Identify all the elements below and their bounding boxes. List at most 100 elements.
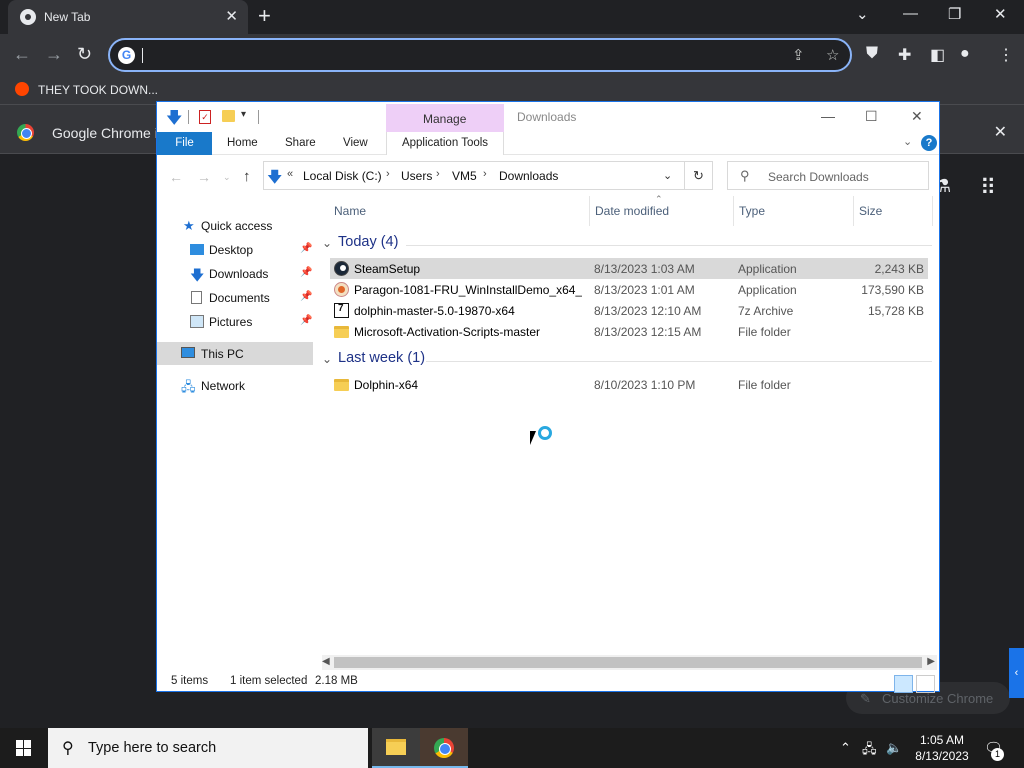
file-type: Application bbox=[738, 283, 797, 297]
windows-taskbar: ⚲ Type here to search ⌃ 🖧 🔈 1:05 AM 8/13… bbox=[0, 728, 1024, 768]
up-one-level-button[interactable]: ↑ bbox=[243, 168, 251, 185]
manage-context-label[interactable]: Manage bbox=[423, 112, 466, 126]
breadcrumb-vm5[interactable]: VM5 bbox=[452, 169, 477, 183]
breadcrumb-separator[interactable]: › bbox=[436, 168, 440, 180]
tab-search-icon[interactable]: ⌄ bbox=[856, 5, 869, 23]
nav-desktop[interactable]: Desktop 📌 bbox=[157, 238, 313, 261]
column-name[interactable]: Name bbox=[334, 204, 366, 218]
computer-icon bbox=[181, 347, 195, 358]
system-clock[interactable]: 1:05 AM 8/13/2023 bbox=[912, 732, 972, 764]
share-icon[interactable]: ⇪ bbox=[792, 46, 805, 64]
explorer-close-button[interactable]: ✕ bbox=[911, 108, 923, 125]
side-panel-toggle[interactable]: ‹ bbox=[1009, 648, 1024, 698]
file-row-steamsetup[interactable]: SteamSetup 8/13/2023 1:03 AM Application… bbox=[330, 258, 928, 279]
minimize-button[interactable]: — bbox=[903, 5, 918, 22]
explorer-address-bar[interactable]: 🡇 « Local Disk (C:) › Users › VM5 › Down… bbox=[263, 161, 685, 190]
column-divider[interactable] bbox=[932, 196, 933, 226]
column-size[interactable]: Size bbox=[859, 204, 882, 218]
file-row-paragon[interactable]: Paragon-1081-FRU_WinInstallDemo_x64_... … bbox=[330, 279, 928, 300]
nav-pictures[interactable]: Pictures 📌 bbox=[157, 310, 313, 333]
help-icon[interactable]: ? bbox=[921, 135, 937, 151]
column-divider[interactable] bbox=[853, 196, 854, 226]
scroll-left-icon[interactable]: ◀ bbox=[322, 656, 330, 667]
forward-button[interactable]: → bbox=[45, 44, 63, 65]
address-overflow-chevron[interactable]: « bbox=[287, 168, 293, 180]
scroll-right-icon[interactable]: ▶ bbox=[927, 656, 935, 667]
selection-count: 1 item selected bbox=[230, 675, 308, 687]
pin-icon[interactable]: 📌 bbox=[300, 243, 312, 254]
horizontal-scrollbar[interactable]: ◀ ▶ bbox=[322, 655, 937, 670]
explorer-maximize-button[interactable]: ☐ bbox=[865, 108, 878, 125]
reload-button[interactable]: ↻ bbox=[77, 44, 92, 65]
menu-kebab-icon[interactable]: ⋮ bbox=[998, 45, 1014, 65]
tab-view[interactable]: View bbox=[343, 137, 368, 149]
group-header-last-week[interactable]: ⌄ Last week (1) bbox=[322, 350, 936, 372]
collapse-chevron-icon[interactable]: ⌄ bbox=[322, 236, 332, 250]
breadcrumb-separator[interactable]: › bbox=[483, 168, 487, 180]
details-view-button[interactable] bbox=[894, 675, 913, 693]
large-icons-view-button[interactable] bbox=[916, 675, 935, 693]
expand-ribbon-icon[interactable]: ⌄ bbox=[903, 135, 912, 148]
nav-network[interactable]: 🖧 Network bbox=[157, 374, 313, 397]
bookmark-link[interactable]: THEY TOOK DOWN... bbox=[38, 83, 158, 97]
explorer-forward-button[interactable]: → bbox=[197, 169, 211, 185]
breadcrumb-users[interactable]: Users bbox=[401, 169, 432, 183]
file-row-activation-scripts[interactable]: Microsoft-Activation-Scripts-master 8/13… bbox=[330, 321, 928, 342]
file-row-dolphin-archive[interactable]: dolphin-master-5.0-19870-x64 8/13/2023 1… bbox=[330, 300, 928, 321]
close-tab-icon[interactable]: ✕ bbox=[225, 7, 238, 25]
pin-icon[interactable]: 📌 bbox=[300, 267, 312, 278]
tab-file[interactable]: File bbox=[157, 132, 212, 155]
column-type[interactable]: Type bbox=[739, 204, 765, 218]
taskbar-chrome[interactable] bbox=[420, 728, 468, 768]
recent-locations-icon[interactable]: ⌄ bbox=[223, 172, 231, 183]
tab-application-tools[interactable]: Application Tools bbox=[386, 132, 504, 155]
new-folder-icon[interactable] bbox=[222, 110, 235, 122]
column-divider[interactable] bbox=[733, 196, 734, 226]
tab-new-tab[interactable]: New Tab ✕ bbox=[8, 0, 248, 34]
file-row-dolphin-x64[interactable]: Dolphin-x64 8/10/2023 1:10 PM File folde… bbox=[330, 374, 928, 395]
show-hidden-icons-chevron[interactable]: ⌃ bbox=[840, 740, 851, 756]
pin-icon[interactable]: 📌 bbox=[300, 291, 312, 302]
taskbar-search-box[interactable]: ⚲ Type here to search bbox=[48, 728, 368, 768]
collapse-chevron-icon[interactable]: ⌄ bbox=[322, 352, 332, 366]
volume-icon[interactable]: 🔈 bbox=[886, 740, 902, 756]
search-downloads-input[interactable]: ⚲ Search Downloads bbox=[727, 161, 929, 190]
profile-avatar-icon[interactable]: ● bbox=[960, 45, 970, 63]
breadcrumb-separator[interactable]: › bbox=[386, 168, 390, 180]
infobar-close-icon[interactable]: ✕ bbox=[994, 122, 1007, 142]
column-date-modified[interactable]: Date modified bbox=[595, 204, 669, 218]
address-bar[interactable]: G bbox=[108, 38, 852, 72]
side-panel-icon[interactable]: ◧ bbox=[930, 45, 945, 65]
restore-button[interactable]: ❐ bbox=[948, 5, 961, 23]
scrollbar-thumb[interactable] bbox=[334, 657, 922, 668]
nav-downloads[interactable]: 🡇 Downloads 📌 bbox=[157, 262, 313, 285]
nav-this-pc[interactable]: This PC bbox=[157, 342, 313, 365]
column-divider[interactable] bbox=[589, 196, 590, 226]
ribbon-tabs: File Home Share View Application Tools ⌄… bbox=[157, 132, 939, 155]
nav-quick-access[interactable]: ★ Quick access bbox=[157, 214, 313, 237]
breadcrumb-downloads[interactable]: Downloads bbox=[499, 169, 558, 183]
group-header-today[interactable]: ⌄ Today (4) bbox=[322, 234, 936, 256]
customize-toolbar-icon[interactable]: ▾ bbox=[241, 109, 246, 120]
start-button[interactable] bbox=[0, 728, 48, 768]
breadcrumb-local-disk[interactable]: Local Disk (C:) bbox=[303, 169, 382, 183]
nav-documents[interactable]: Documents 📌 bbox=[157, 286, 313, 309]
properties-icon[interactable]: ✓ bbox=[199, 110, 211, 124]
refresh-button[interactable]: ↻ bbox=[685, 161, 713, 190]
network-tray-icon[interactable]: 🖧 bbox=[862, 740, 877, 762]
address-history-dropdown[interactable]: ⌄ bbox=[663, 169, 672, 182]
extensions-puzzle-icon[interactable]: ✚ bbox=[898, 45, 911, 65]
explorer-back-button[interactable]: ← bbox=[169, 169, 183, 185]
new-tab-button[interactable]: + bbox=[258, 3, 271, 29]
explorer-minimize-button[interactable]: — bbox=[821, 108, 835, 124]
close-window-button[interactable]: ✕ bbox=[994, 5, 1007, 23]
back-button[interactable]: ← bbox=[13, 44, 31, 65]
tab-home[interactable]: Home bbox=[227, 137, 258, 149]
bookmark-star-icon[interactable]: ☆ bbox=[826, 46, 839, 64]
ublock-extension-icon[interactable]: ⛊ bbox=[866, 45, 878, 63]
taskbar-file-explorer[interactable] bbox=[372, 728, 420, 768]
pin-icon[interactable]: 📌 bbox=[300, 315, 312, 326]
apps-grid-icon[interactable]: ⠿ bbox=[980, 175, 996, 201]
tab-share[interactable]: Share bbox=[285, 137, 316, 149]
quick-access-download-icon[interactable]: 🡇 bbox=[166, 107, 182, 134]
